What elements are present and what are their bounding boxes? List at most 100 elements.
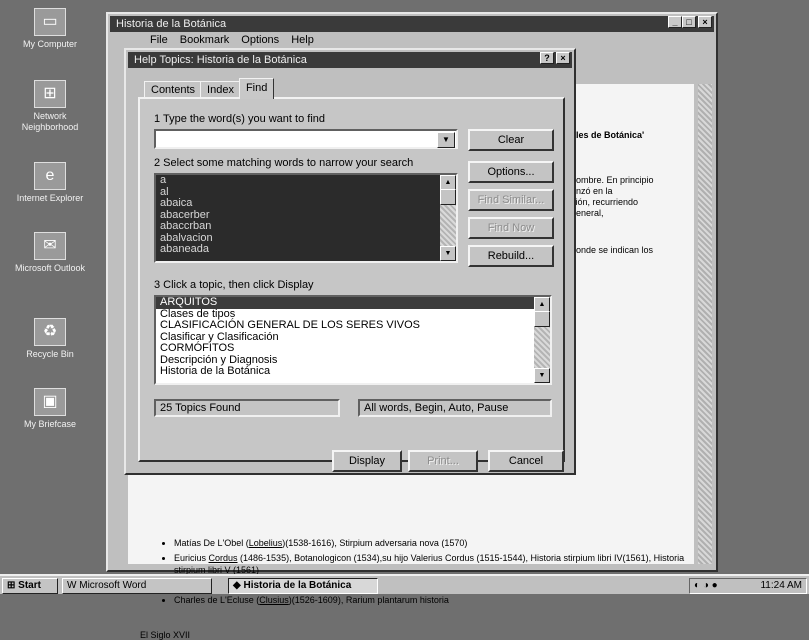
word-list-scrollbar[interactable]: ▲ ▼ <box>440 175 456 261</box>
word-item[interactable]: abaneada <box>156 243 456 256</box>
topic-list[interactable]: ARQUITOS Clases de tipos CLASIFICACIÓN GEN… <box>154 295 552 385</box>
desktop-icon-label: Internet Explorer <box>16 193 84 203</box>
tab-strip: Contents Index Find <box>144 78 275 99</box>
scroll-thumb[interactable] <box>440 189 456 205</box>
topic-item[interactable]: Historia de la Botánica <box>156 365 550 378</box>
desktop-icon[interactable]: e Internet Explorer <box>4 162 96 204</box>
taskbar-item-word[interactable]: W Microsoft Word <box>62 578 212 594</box>
clear-button[interactable]: Clear <box>468 129 554 151</box>
topic-item[interactable]: CLASIFICACIÓN GENERAL DE LOS SERES VIVOS <box>156 319 550 332</box>
bullet-pre: Matías De L'Obel ( <box>174 538 249 548</box>
section-heading: El Siglo XVII <box>140 630 191 640</box>
desktop-icon[interactable]: ▣ My Briefcase <box>4 388 96 430</box>
bullet-item: Matías De L'Obel (Lobelius)(1538-1616), … <box>174 537 716 549</box>
document-menu-bar: File Bookmark Options Help <box>110 33 714 48</box>
desktop-icon[interactable]: ▭ My Computer <box>4 8 96 50</box>
bullet-pre: Euricius <box>174 553 209 563</box>
step3-label: 3 Click a topic, then click Display <box>154 279 314 291</box>
bullet-post: )(1538-1616), Stirpium adversaria nova (… <box>282 538 468 548</box>
word-item[interactable]: a <box>156 175 456 187</box>
network-tray-icon[interactable]: ◑ <box>703 580 709 591</box>
minimize-icon[interactable]: _ <box>668 16 682 28</box>
start-label: Start <box>18 580 41 591</box>
desktop-icon-label: Microsoft Outlook <box>14 263 86 273</box>
taskbar-item-historia[interactable]: ◆ Historia de la Botánica <box>228 578 378 594</box>
desktop-icon-label: Network Neighborhood <box>21 111 79 132</box>
botanist-link[interactable]: Lobelius <box>249 538 283 548</box>
menu-item[interactable]: Bookmark <box>180 34 230 46</box>
cancel-button[interactable]: Cancel <box>488 450 564 472</box>
topics-found-status: 25 Topics Found <box>154 399 340 417</box>
mail-tray-icon[interactable]: ● <box>712 580 718 591</box>
maximize-icon[interactable]: □ <box>682 16 696 28</box>
help-topics-dialog: Help Topics: Historia de la Botánica ? ×… <box>124 48 576 475</box>
print-button[interactable]: Print... <box>408 450 478 472</box>
find-now-button[interactable]: Find Now <box>468 217 554 239</box>
bullet-post: )(1526-1609), Rarium plantarum historia <box>288 595 449 605</box>
help-close-icon[interactable]: × <box>556 52 570 64</box>
taskbar: ⊞ Start W Microsoft Word ◆ Historia de l… <box>0 574 809 594</box>
network-icon: ⊞ <box>34 80 66 108</box>
step1-label: 1 Type the word(s) you want to find <box>154 113 325 125</box>
document-text: anzó en la <box>571 186 613 196</box>
scroll-down-icon[interactable]: ▼ <box>440 246 456 261</box>
task-label: Microsoft Word <box>79 580 147 591</box>
document-text: hombre. En principio <box>571 175 654 185</box>
briefcase-icon: ▣ <box>34 388 66 416</box>
display-button[interactable]: Display <box>332 450 402 472</box>
bullet-item: Charles de L'Ecluse (Clusius)(1526-1609)… <box>174 594 716 606</box>
rebuild-button[interactable]: Rebuild... <box>468 245 554 267</box>
internet-explorer-icon: e <box>34 162 66 190</box>
word-item[interactable]: abaica <box>156 197 456 210</box>
windows-logo-icon: ⊞ <box>7 580 16 591</box>
topic-list-scrollbar[interactable]: ▲ ▼ <box>534 297 550 383</box>
bullet-item: Euricius Cordus (1486-1535), Botanologic… <box>174 552 716 576</box>
help-question-icon[interactable]: ? <box>540 52 554 64</box>
close-icon[interactable]: × <box>698 16 712 28</box>
document-text: donde se indican los <box>571 245 654 255</box>
botanist-link[interactable]: Cordus <box>209 553 238 563</box>
document-text: ción, recurriendo <box>571 197 639 207</box>
topic-item[interactable]: CORMÓFITOS <box>156 342 550 355</box>
find-similar-button[interactable]: Find Similar... <box>468 189 554 211</box>
start-button[interactable]: ⊞ Start <box>2 578 58 594</box>
word-item[interactable]: al <box>156 186 456 199</box>
scroll-down-icon[interactable]: ▼ <box>534 368 550 383</box>
word-item[interactable]: abaccrban <box>156 220 456 233</box>
task-label: Historia de la Botánica <box>243 580 352 591</box>
chevron-down-icon[interactable]: ▼ <box>437 132 455 148</box>
bullet-post: (1486-1535), Botanologicon (1534),su hij… <box>174 553 685 575</box>
recycle-bin-icon: ♻ <box>34 318 66 346</box>
tab-find[interactable]: Find <box>238 78 275 99</box>
bullet-list: Matías De L'Obel (Lobelius)(1538-1616), … <box>156 537 716 609</box>
step2-label: 2 Select some matching words to narrow y… <box>154 157 414 169</box>
desktop-icon[interactable]: ♻ Recycle Bin <box>4 318 96 360</box>
find-panel: 1 Type the word(s) you want to find ▼ 2 … <box>138 97 565 462</box>
desktop-icon[interactable]: ✉ Microsoft Outlook <box>4 232 96 274</box>
word-icon: W <box>67 580 77 591</box>
topic-item[interactable]: ARQUITOS <box>156 297 550 309</box>
options-button[interactable]: Options... <box>468 161 554 183</box>
desktop-icon-label: Recycle Bin <box>26 349 74 359</box>
menu-item[interactable]: File <box>150 34 168 46</box>
speaker-icon[interactable]: ◐ <box>694 580 700 591</box>
help-book-icon: ◆ <box>233 580 241 591</box>
desktop-icon[interactable]: ⊞ Network Neighborhood <box>4 80 96 133</box>
menu-item[interactable]: Options <box>241 34 279 46</box>
scroll-thumb[interactable] <box>534 311 550 327</box>
scroll-up-icon[interactable]: ▲ <box>534 297 550 312</box>
search-options-status: All words, Begin, Auto, Pause <box>358 399 552 417</box>
outlook-icon: ✉ <box>34 232 66 260</box>
desktop-icon-label: My Computer <box>22 39 77 49</box>
document-scrollbar[interactable] <box>698 84 712 564</box>
bullet-pre: Charles de L'Ecluse ( <box>174 595 260 605</box>
word-list[interactable]: a al abaica abacerber abaccrban abalvacion aba… <box>154 173 458 263</box>
system-tray: ◐ ◑ ● 11:24 AM <box>689 578 807 594</box>
menu-item[interactable]: Help <box>291 34 314 46</box>
scroll-up-icon[interactable]: ▲ <box>440 175 456 190</box>
document-title: Historia de la Botánica <box>116 18 227 30</box>
document-title-bar[interactable]: Historia de la Botánica <box>110 16 714 32</box>
help-title-bar[interactable]: Help Topics: Historia de la Botánica <box>128 52 572 68</box>
botanist-link[interactable]: Clusius <box>259 595 289 605</box>
search-combo[interactable]: ▼ <box>154 129 458 149</box>
